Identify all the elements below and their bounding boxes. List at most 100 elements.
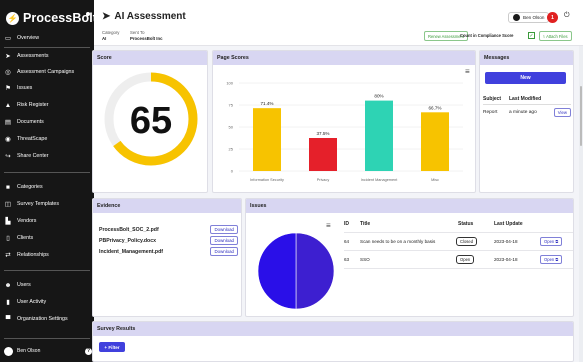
power-icon[interactable]: ⏻: [564, 12, 570, 20]
bar-data-label: 66.7%: [428, 105, 441, 110]
sidebar-item-clients[interactable]: ▯ Clients: [4, 232, 33, 244]
chart-menu-icon[interactable]: ≡: [326, 221, 331, 230]
sidebar-user[interactable]: Ben Olson ?: [4, 345, 92, 357]
page-header: ➤ AI Assessment Category AI Sent To Proc…: [94, 0, 583, 46]
sidebar-item-organization-settings[interactable]: ▀ Organization Settings: [4, 313, 68, 325]
messages-panel: Messages New Subject Last Modified Repor…: [479, 50, 574, 193]
issues-header-row: ID Title Status Last Update: [344, 215, 573, 233]
brand[interactable]: ⚡ ProcessBolt: [6, 8, 97, 28]
target-icon: ◎: [5, 69, 11, 76]
users-icon: ☻: [4, 281, 12, 289]
collapse-sidebar-icon[interactable]: [86, 12, 90, 16]
page-scores-panel: Page Scores ≡ 0 25 50 75 100 71.4% Information…: [212, 50, 476, 193]
download-button[interactable]: Download: [210, 236, 238, 245]
send-icon: ➤: [5, 53, 11, 60]
send-icon: ➤: [102, 11, 111, 22]
sidebar-item-user-activity[interactable]: ▮ User Activity: [4, 296, 46, 308]
sidebar-divider: [4, 47, 90, 48]
evidence-file: Incident_Management.pdf Download: [99, 247, 238, 256]
new-message-button[interactable]: New: [485, 72, 566, 84]
sidebar-item-share-center[interactable]: ↪ Share Center: [4, 150, 48, 162]
issues-panel: Issues ≡ ID Title Status Last Update 64 …: [245, 198, 574, 317]
warning-icon: ▲: [4, 101, 12, 109]
attach-files-button[interactable]: ⌇ Attach Files: [539, 31, 572, 41]
table-row: 64 Scan needs to be on a monthly basis C…: [344, 233, 573, 251]
messages-title: Messages: [480, 51, 573, 65]
processbolt-logo-icon: ⚡: [6, 11, 19, 25]
monitor-icon: ▭: [4, 35, 12, 42]
download-button[interactable]: Download: [210, 247, 238, 256]
template-icon: ◫: [4, 201, 12, 208]
eye-icon: ◉: [5, 136, 11, 143]
open-issue-button[interactable]: Open ⧉: [540, 237, 563, 246]
building-icon: ▀: [5, 315, 11, 323]
page-scrollbar[interactable]: [579, 46, 583, 362]
sidebar-item-relationships[interactable]: ⇄ Relationships: [4, 249, 49, 261]
x-tick-label: Incident Management: [361, 178, 398, 182]
bar-data-label: 37.5%: [316, 131, 329, 136]
page-scores-title: Page Scores: [213, 51, 475, 65]
open-issue-button[interactable]: Open ⧉: [540, 255, 563, 264]
sidebar-item-documents[interactable]: ▤ Documents: [4, 116, 44, 128]
page-scores-chart: 0 25 50 75 100 71.4% Information Security 37.5%…: [226, 81, 463, 182]
y-tick-label: 0: [231, 169, 234, 174]
sidebar-divider: [4, 338, 90, 339]
score-panel-title: Score: [93, 51, 207, 65]
status-badge: Open: [456, 255, 475, 264]
folder-icon: ■: [6, 183, 10, 191]
compliance-checkbox[interactable]: ✓: [528, 32, 535, 39]
issues-table: ID Title Status Last Update 64 Scan need…: [344, 215, 573, 269]
y-tick-label: 25: [229, 147, 234, 152]
help-icon[interactable]: ?: [85, 347, 92, 355]
notification-badge[interactable]: 1: [547, 12, 558, 23]
sidebar-item-risk-register[interactable]: ▲ Risk Register: [4, 99, 49, 111]
sidebar-item-survey-templates[interactable]: ◫ Survey Templates: [4, 198, 59, 210]
avatar: [4, 346, 13, 356]
arrows-icon: ⇄: [5, 252, 11, 259]
evidence-file: PBPrivacy_Policy.docx Download: [99, 236, 238, 245]
messages-header-row: Subject Last Modified: [483, 93, 571, 105]
bar-data-label: 71.4%: [260, 101, 273, 106]
scrollbar-thumb[interactable]: [580, 86, 582, 146]
sent-to-meta: Sent To ProcessBolt Inc: [130, 30, 163, 41]
x-tick-label: Misc: [431, 178, 439, 182]
bar: [421, 112, 449, 171]
score-gauge: 65: [104, 72, 198, 166]
sidebar-item-issues[interactable]: ⚑ Issues: [4, 82, 32, 94]
bar: [365, 100, 393, 171]
sidebar-item-overview[interactable]: ▭ Overview: [4, 32, 39, 44]
sidebar-item-vendors[interactable]: ▙ Vendors: [4, 215, 37, 227]
activity-icon: ▮: [6, 299, 10, 306]
sidebar: ⚡ ProcessBolt ▭ Overview ➤ Assessments ◎ As…: [0, 0, 97, 362]
sidebar-item-assessment-campaigns[interactable]: ◎ Assessment Campaigns: [4, 66, 74, 78]
score-panel: Score 65: [92, 50, 208, 193]
sidebar-divider: [4, 172, 90, 173]
view-message-button[interactable]: View: [553, 107, 571, 117]
evidence-file: ProcessBolt_SOC_2.pdf Download: [99, 225, 238, 234]
y-tick-label: 50: [229, 125, 234, 130]
issues-pie-chart: [257, 232, 335, 310]
page-title: ➤ AI Assessment: [102, 11, 186, 22]
sidebar-item-categories[interactable]: ■ Categories: [4, 181, 43, 193]
y-tick-label: 100: [226, 81, 233, 86]
sidebar-item-assessments[interactable]: ➤ Assessments: [4, 50, 48, 62]
user-menu[interactable]: Ben Olson: [508, 12, 550, 23]
filter-button[interactable]: + Filter: [99, 342, 125, 352]
download-button[interactable]: Download: [210, 225, 238, 234]
client-icon: ▯: [6, 235, 10, 242]
evidence-file-name[interactable]: Incident_Management.pdf: [99, 249, 163, 255]
pie-slice: [257, 232, 297, 310]
sidebar-item-users[interactable]: ☻ Users: [4, 279, 31, 291]
sidebar-item-threatscape[interactable]: ◉ ThreatScape: [4, 133, 47, 145]
evidence-panel: Evidence ProcessBolt_SOC_2.pdf Download …: [92, 198, 242, 317]
list-item: Report a minute ago View: [483, 105, 571, 119]
y-tick-label: 75: [229, 103, 234, 108]
evidence-file-name[interactable]: PBPrivacy_Policy.docx: [99, 238, 156, 244]
flag-icon: ⚑: [5, 85, 11, 92]
factory-icon: ▙: [5, 218, 11, 225]
avatar: [513, 14, 520, 21]
document-icon: ▤: [4, 119, 12, 126]
bar-data-label: 80%: [374, 94, 383, 99]
x-tick-label: Information Security: [250, 178, 284, 182]
evidence-file-name[interactable]: ProcessBolt_SOC_2.pdf: [99, 227, 159, 233]
